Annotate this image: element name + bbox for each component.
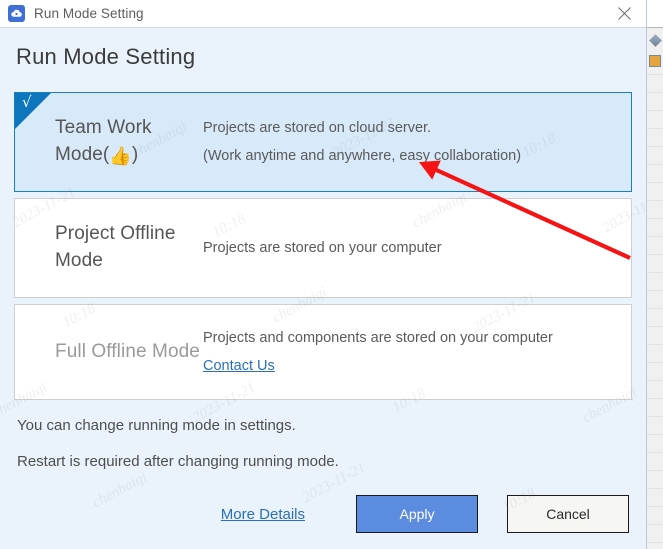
footer-notes: You can change running mode in settings.… [17, 418, 339, 469]
titlebar: Run Mode Setting [0, 0, 646, 28]
run-mode-options: √ Team Work Mode(👍) Projects are stored … [14, 92, 632, 400]
thumbs-up-icon: 👍 [109, 145, 132, 167]
option-card-full-offline-mode[interactable]: Full Offline Mode Projects and component… [14, 304, 632, 400]
option-title-team-work-mode: Team Work Mode(👍) [55, 115, 203, 170]
option-desc-full-offline-mode: Projects and components are stored on yo… [203, 324, 631, 381]
option-desc-project-offline-mode: Projects are stored on your computer [203, 234, 631, 262]
selected-corner-badge [15, 93, 51, 129]
close-icon[interactable] [602, 0, 646, 27]
background-window-titlebar [647, 0, 663, 28]
note-change-mode: You can change running mode in settings. [17, 417, 296, 434]
option-title-suffix: ) [131, 143, 139, 165]
action-bar: More Details Apply Cancel [0, 487, 646, 541]
cancel-button[interactable]: Cancel [507, 495, 629, 533]
option-desc-line: Projects are stored on cloud server. [203, 119, 432, 136]
option-card-project-offline-mode[interactable]: Project Offline Mode Projects are stored… [14, 198, 632, 298]
background-diamond-icon [649, 34, 662, 47]
window-title: Run Mode Setting [34, 6, 144, 21]
background-square-icon [649, 55, 661, 67]
option-title-project-offline-mode: Project Offline Mode [55, 223, 176, 271]
check-icon: √ [22, 93, 32, 111]
option-desc-team-work-mode: Projects are stored on cloud server. (Wo… [203, 114, 631, 171]
background-window-sliver [646, 0, 663, 549]
note-restart-required: Restart is required after changing runni… [17, 453, 339, 470]
contact-us-link[interactable]: Contact Us [203, 358, 275, 374]
option-desc-line: Projects are stored on your computer [203, 239, 442, 256]
cloud-icon [8, 5, 25, 22]
option-title-full-offline-mode: Full Offline Mode [55, 340, 200, 362]
apply-button[interactable]: Apply [356, 495, 478, 533]
option-card-team-work-mode[interactable]: √ Team Work Mode(👍) Projects are stored … [14, 92, 632, 192]
option-desc-line: Projects and components are stored on yo… [203, 329, 553, 346]
page-title: Run Mode Setting [16, 44, 196, 69]
option-desc-line: (Work anytime and anywhere, easy collabo… [203, 148, 522, 164]
run-mode-setting-dialog: Run Mode Setting chenhaiqi 2023-11-21 10… [0, 0, 647, 549]
background-grid [647, 74, 663, 549]
more-details-link[interactable]: More Details [221, 506, 305, 523]
contact-us-link-wrapper: Contact Us [203, 352, 631, 380]
